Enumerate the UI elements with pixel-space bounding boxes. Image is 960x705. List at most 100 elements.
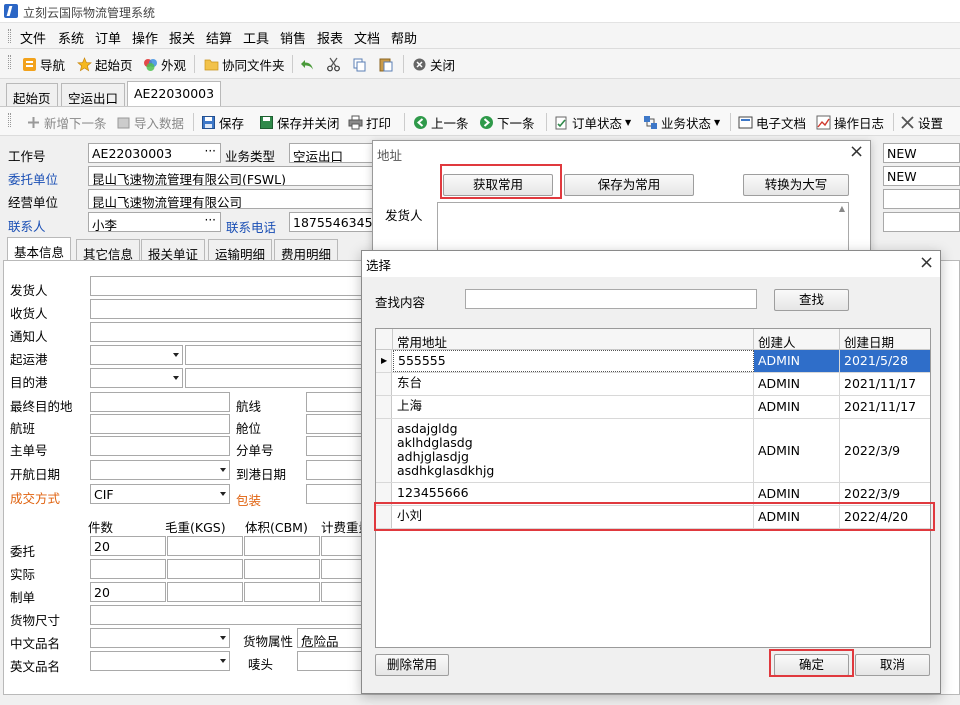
menu-reports[interactable]: 报表 [317, 28, 343, 47]
actual-gw-field[interactable] [167, 559, 243, 579]
settings-button[interactable]: 设置 [900, 113, 943, 131]
pod-combo[interactable] [90, 368, 183, 388]
shipper-address-textarea[interactable]: ▲ [437, 202, 849, 252]
import-data-button[interactable]: 导入数据 [116, 113, 184, 131]
business-status-dropdown[interactable]: 业务状态 ▼ [643, 113, 720, 131]
menu-documents[interactable]: 文档 [354, 28, 380, 47]
biz-type-field[interactable]: 空运出口 [289, 143, 379, 163]
dims-field[interactable] [90, 605, 380, 625]
undo-button[interactable] [300, 55, 315, 73]
close-icon[interactable]: × [919, 254, 934, 272]
paste-button[interactable] [378, 55, 393, 73]
client-field[interactable]: 昆山飞速物流管理有限公司(FSWL) [88, 166, 380, 186]
close-button[interactable]: 关闭 [412, 55, 455, 73]
menu-order[interactable]: 订单 [95, 28, 121, 47]
shared-folder-button[interactable]: 协同文件夹 [204, 55, 285, 73]
entrust-gw-field[interactable] [167, 536, 243, 556]
menu-customs[interactable]: 报关 [169, 28, 195, 47]
save-close-button[interactable]: 保存并关闭 [259, 113, 340, 131]
ellipsis-icon[interactable]: ··· [205, 144, 216, 158]
job-no-field[interactable]: AE22030003 ··· [88, 143, 221, 163]
prev-record-button[interactable]: 上一条 [413, 113, 469, 131]
start-page-button[interactable]: 起始页 [77, 55, 133, 73]
tab-ae22030003[interactable]: AE22030003 [127, 81, 222, 106]
menu-tools[interactable]: 工具 [243, 28, 269, 47]
shipper-field[interactable] [90, 276, 380, 296]
phone-field[interactable]: 18755463455 [289, 212, 379, 232]
menu-bar: 文件 系统 订单 操作 报关 结算 工具 销售 报表 文档 帮助 [0, 23, 960, 49]
table-row[interactable]: ▶ 555555 ADMIN 2021/5/28 [376, 350, 930, 373]
cut-button[interactable] [326, 55, 341, 73]
search-button[interactable]: 查找 [774, 289, 849, 311]
table-row[interactable]: asdajgldg aklhdglasdg adhjglasdjg asdhkg… [376, 419, 930, 483]
entrust-pieces-field[interactable]: 20 [90, 536, 166, 556]
actual-vol-field[interactable] [244, 559, 320, 579]
menu-file[interactable]: 文件 [20, 28, 46, 47]
to-uppercase-button[interactable]: 转换为大写 [743, 174, 849, 196]
terms-combo[interactable]: CIF [90, 484, 230, 504]
op-log-button[interactable]: 操作日志 [816, 113, 884, 131]
mawb-field[interactable] [90, 436, 230, 456]
appearance-button[interactable]: 外观 [143, 55, 186, 73]
bill-gw-field[interactable] [167, 582, 243, 602]
col-header-creator[interactable]: 创建人 [754, 329, 840, 350]
order-status-dropdown[interactable]: 订单状态 ▼ [554, 113, 631, 131]
e-document-button[interactable]: 电子文档 [738, 113, 806, 131]
etd-field[interactable] [90, 460, 230, 480]
status-field-4[interactable] [883, 212, 960, 232]
menu-grip-icon[interactable] [8, 29, 11, 43]
operator-field[interactable]: 昆山飞速物流管理有限公司 [88, 189, 380, 209]
tab-customs-docs[interactable]: 报关单证 [141, 239, 206, 262]
close-icon[interactable]: × [849, 143, 864, 161]
final-dest-field[interactable] [90, 392, 230, 412]
delete-common-button[interactable]: 删除常用 [375, 654, 449, 676]
toolbar2-grip-icon[interactable] [8, 113, 11, 127]
status-field-2[interactable]: NEW [883, 166, 960, 186]
actual-pieces-field[interactable] [90, 559, 166, 579]
nav-button[interactable]: 导航 [22, 55, 65, 73]
save-button[interactable]: 保存 [201, 113, 244, 131]
copy-button[interactable] [352, 55, 367, 73]
tab-other-info[interactable]: 其它信息 [76, 239, 141, 262]
col-header-date[interactable]: 创建日期 [840, 329, 930, 350]
ellipsis-icon[interactable]: ··· [205, 213, 216, 227]
menu-help[interactable]: 帮助 [391, 28, 417, 47]
menu-settlement[interactable]: 结算 [206, 28, 232, 47]
add-next-button[interactable]: 新增下一条 [26, 113, 107, 131]
col-header-address[interactable]: 常用地址 [393, 329, 754, 350]
phone-label[interactable]: 联系电话 [226, 217, 276, 236]
status-field-1[interactable]: NEW [883, 143, 960, 163]
bill-pieces-field[interactable]: 20 [90, 582, 166, 602]
table-row[interactable]: 东台 ADMIN 2021/11/17 [376, 373, 930, 396]
flight-field[interactable] [90, 414, 230, 434]
tab-basic-info[interactable]: 基本信息 [7, 237, 72, 261]
contact-label[interactable]: 联系人 [8, 216, 46, 235]
pol-combo[interactable] [90, 345, 183, 365]
client-label[interactable]: 委托单位 [8, 169, 58, 188]
tab-start-page[interactable]: 起始页 [6, 83, 58, 106]
toolbar-grip-icon[interactable] [8, 55, 11, 69]
menu-sales[interactable]: 销售 [280, 28, 306, 47]
scroll-up-icon[interactable]: ▲ [839, 204, 845, 213]
bill-vol-field[interactable] [244, 582, 320, 602]
next-record-button[interactable]: 下一条 [479, 113, 535, 131]
tab-air-export[interactable]: 空运出口 [61, 83, 126, 106]
menu-operation[interactable]: 操作 [132, 28, 158, 47]
pol-name-field[interactable] [185, 345, 380, 365]
search-input[interactable] [465, 289, 757, 309]
tab-transport[interactable]: 运输明细 [208, 239, 273, 262]
contact-field[interactable]: 小李 ··· [88, 212, 221, 232]
menu-system[interactable]: 系统 [58, 28, 84, 47]
entrust-vol-field[interactable] [244, 536, 320, 556]
save-as-common-button[interactable]: 保存为常用 [564, 174, 694, 196]
cancel-button[interactable]: 取消 [855, 654, 930, 676]
notify-field[interactable] [90, 322, 380, 342]
status-field-3[interactable] [883, 189, 960, 209]
pod-name-field[interactable] [185, 368, 380, 388]
tab-fees[interactable]: 费用明细 [274, 239, 339, 262]
en-name-combo[interactable] [90, 651, 230, 671]
consignee-field[interactable] [90, 299, 380, 319]
table-row[interactable]: 上海 ADMIN 2021/11/17 [376, 396, 930, 419]
print-button[interactable]: 打印 [348, 113, 391, 131]
cn-name-combo[interactable] [90, 628, 230, 648]
